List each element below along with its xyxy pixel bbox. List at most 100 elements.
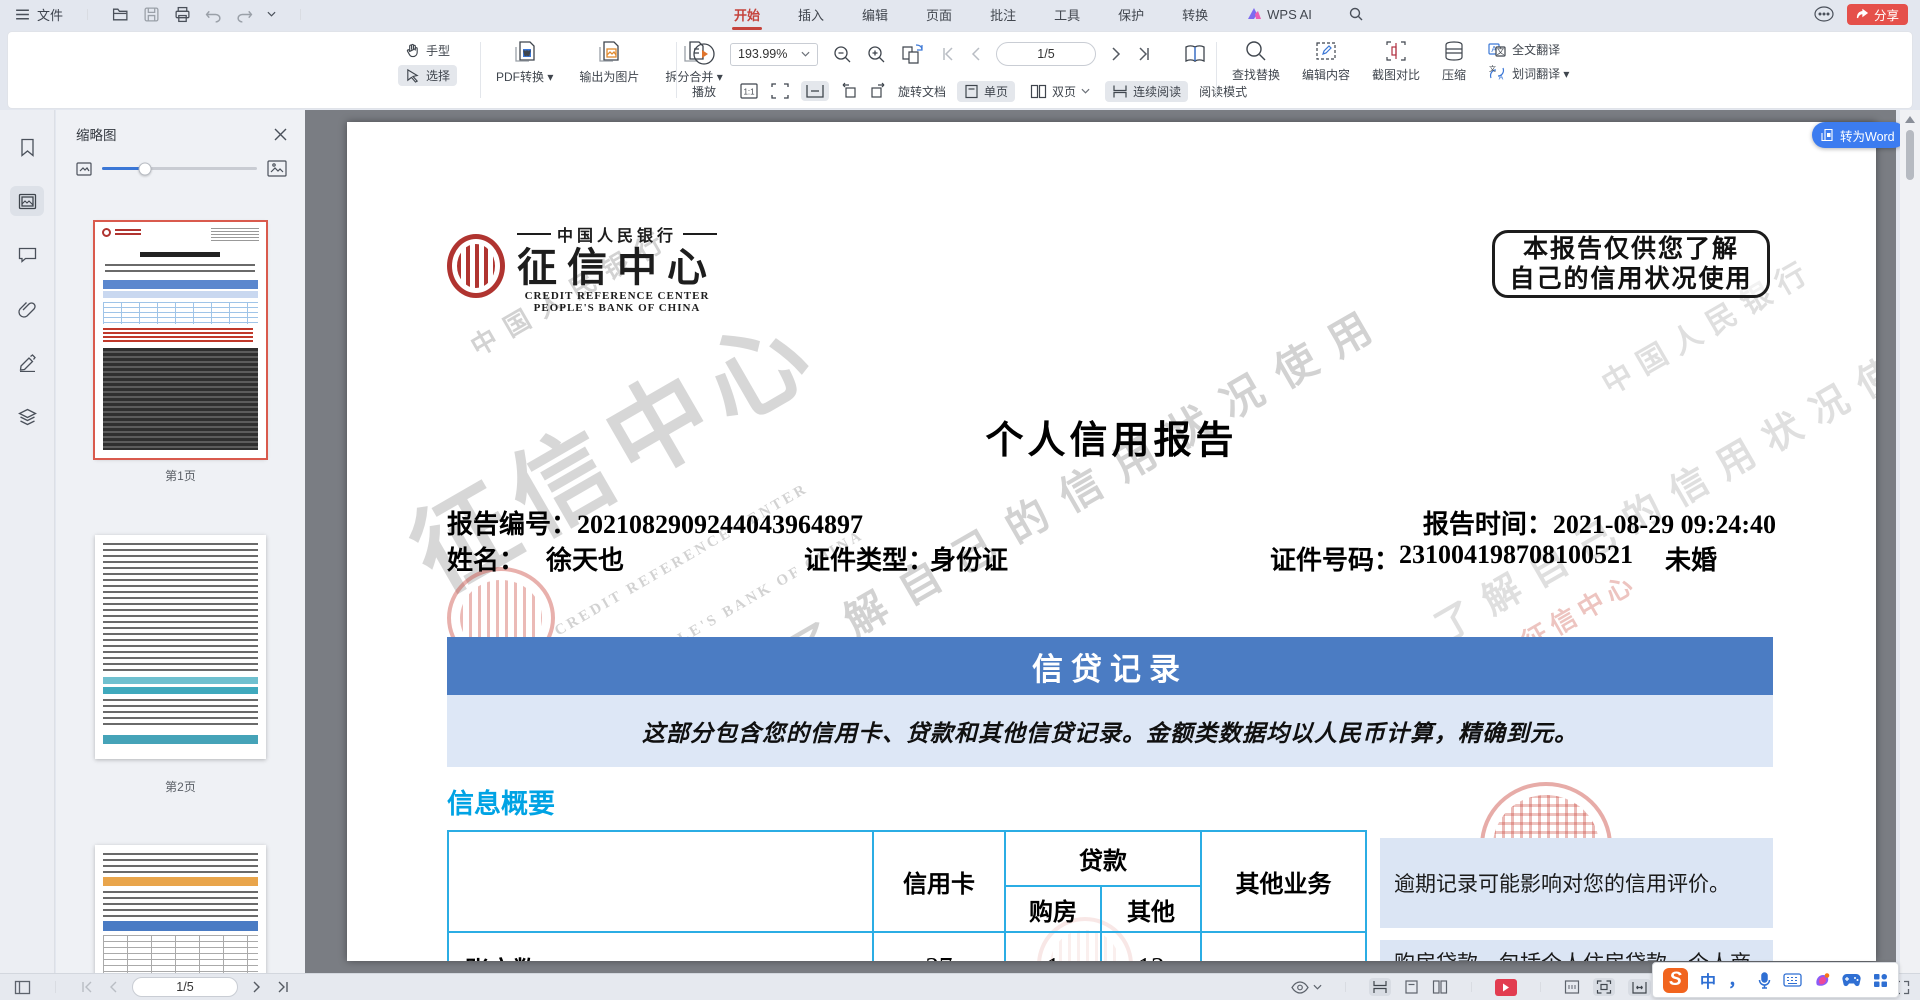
print-icon[interactable] <box>174 6 191 23</box>
select-tool-button[interactable]: 选择 <box>398 65 457 86</box>
thumbnail-page-2[interactable] <box>95 535 266 759</box>
share-button[interactable]: 分享 <box>1847 4 1908 25</box>
output-image-button[interactable]: 输出为图片 <box>579 39 639 85</box>
view-options-button[interactable] <box>1291 981 1322 994</box>
status-continuous-button[interactable] <box>1369 978 1391 996</box>
attachments-panel-button[interactable] <box>10 294 44 324</box>
tab-edit[interactable]: 编辑 <box>860 1 890 28</box>
full-translate-button[interactable]: A文 全文翻译 <box>1488 41 1569 58</box>
tab-comment[interactable]: 批注 <box>988 1 1018 28</box>
rotate-right-icon[interactable] <box>869 82 887 100</box>
rotate-pages-icon[interactable] <box>900 43 926 65</box>
continuous-read-button[interactable]: 连续阅读 <box>1105 81 1188 102</box>
rotate-doc-label[interactable]: 旋转文档 <box>898 83 946 100</box>
toggle-sidebar-icon[interactable] <box>14 980 31 995</box>
quick-access-caret-icon[interactable] <box>267 11 276 17</box>
status-page-indicator[interactable]: 1/5 <box>132 977 238 997</box>
zoom-level-select[interactable]: 193.99% <box>730 43 818 66</box>
vertical-scrollbar[interactable] <box>1900 110 1920 973</box>
compress-button[interactable]: 压缩 <box>1442 39 1466 83</box>
sogou-logo-icon[interactable]: S <box>1663 968 1688 993</box>
status-double-page-icon[interactable] <box>1432 980 1448 994</box>
prev-page-icon[interactable] <box>970 47 982 61</box>
rotate-left-icon[interactable] <box>840 82 858 100</box>
actual-size-icon[interactable]: 1:1 <box>739 82 759 100</box>
ime-keyboard-icon[interactable] <box>1783 973 1802 987</box>
status-fit-page-icon <box>1596 980 1612 994</box>
double-page-button[interactable]: 双页 <box>1026 81 1094 102</box>
zoom-in-icon[interactable] <box>866 44 886 64</box>
col-other-business: 其他业务 <box>1201 831 1366 932</box>
screenshot-compare-button[interactable]: 截图对比 <box>1372 39 1420 83</box>
status-single-page-icon[interactable] <box>1404 980 1419 994</box>
scrollbar-thumb[interactable] <box>1906 130 1914 180</box>
word-translate-button[interactable]: 文A 划词翻译 ▾ <box>1488 65 1569 82</box>
status-next-page-icon[interactable] <box>252 981 262 993</box>
last-page-icon[interactable] <box>1136 47 1152 61</box>
hand-tool-label: 手型 <box>426 42 450 59</box>
ime-punctuation-toggle[interactable]: ， <box>1728 975 1746 985</box>
tab-protect[interactable]: 保护 <box>1116 1 1146 28</box>
undo-icon[interactable] <box>205 6 222 23</box>
single-page-button[interactable]: 单页 <box>957 81 1015 102</box>
save-icon[interactable] <box>143 6 160 23</box>
status-fit-page-button[interactable] <box>1593 978 1615 996</box>
status-first-page-icon[interactable] <box>80 981 94 993</box>
play-label[interactable]: 播放 <box>692 83 716 100</box>
thumbnail-page-1[interactable] <box>95 222 266 458</box>
svg-text:A: A <box>1499 75 1504 82</box>
file-menu[interactable]: 文件 <box>14 5 63 24</box>
page-indicator-input[interactable]: 1/5 <box>996 42 1096 66</box>
hand-tool-button[interactable]: 手型 <box>398 40 457 61</box>
layers-panel-button[interactable] <box>10 402 44 432</box>
ime-toolbox-icon[interactable] <box>1873 973 1888 988</box>
compress-icon <box>1442 39 1466 63</box>
tab-insert[interactable]: 插入 <box>796 1 826 28</box>
scroll-up-icon[interactable] <box>1905 116 1915 123</box>
zoom-out-icon[interactable] <box>832 44 852 64</box>
convert-to-word-label: 转为Word <box>1840 126 1895 145</box>
play-icon[interactable] <box>692 42 716 66</box>
read-book-icon[interactable] <box>1184 44 1206 64</box>
status-prev-page-icon[interactable] <box>108 981 118 993</box>
convert-to-word-button[interactable]: 转为Word <box>1812 122 1906 148</box>
read-mode-label[interactable]: 阅读模式 <box>1199 83 1247 100</box>
comments-panel-button[interactable] <box>10 240 44 270</box>
slider-knob[interactable] <box>139 162 152 175</box>
first-page-icon[interactable] <box>940 47 956 61</box>
tab-convert[interactable]: 转换 <box>1180 1 1210 28</box>
thumbnail-size-slider[interactable] <box>102 167 257 170</box>
tab-wps-ai[interactable]: WPS AI <box>1244 3 1314 26</box>
ime-language-toggle[interactable]: 中 <box>1700 968 1716 992</box>
pdf-convert-button[interactable]: W PDF转换 ▾ <box>496 39 553 85</box>
thumbnails-panel-button[interactable] <box>10 186 44 216</box>
pdf-page[interactable]: 中国人民银行 征信中心 CREDIT REFERENCE CENTER PEOP… <box>347 122 1876 961</box>
status-play-button[interactable] <box>1495 979 1517 996</box>
find-replace-button[interactable]: 查找替换 <box>1232 39 1280 83</box>
thumb-zoom-out-icon[interactable] <box>76 162 92 176</box>
more-options-icon[interactable] <box>1813 6 1835 22</box>
thumb-zoom-in-icon[interactable] <box>267 160 287 177</box>
tab-home[interactable]: 开始 <box>732 1 762 28</box>
close-panel-icon[interactable] <box>274 128 287 141</box>
open-file-icon[interactable] <box>112 6 129 23</box>
edit-content-button[interactable]: 编辑内容 <box>1302 39 1350 83</box>
marital-status: 未婚 <box>1665 540 1717 577</box>
tab-tools[interactable]: 工具 <box>1052 1 1082 28</box>
status-actual-size-icon[interactable] <box>1564 980 1580 994</box>
search-icon[interactable] <box>1348 6 1364 22</box>
annotate-panel-button[interactable] <box>10 348 44 378</box>
fit-width-button[interactable] <box>801 81 829 101</box>
next-page-icon[interactable] <box>1110 47 1122 61</box>
status-fit-width-icon <box>1631 981 1648 994</box>
redo-icon[interactable] <box>236 6 253 23</box>
status-last-page-icon[interactable] <box>276 981 290 993</box>
fit-page-icon[interactable] <box>770 82 790 100</box>
ime-skin-icon[interactable] <box>1814 972 1830 988</box>
thumbnail-page-3[interactable] <box>95 845 266 973</box>
ime-mic-icon[interactable] <box>1758 972 1771 989</box>
ime-game-icon[interactable] <box>1842 973 1861 987</box>
tab-page[interactable]: 页面 <box>924 1 954 28</box>
status-fit-width-button[interactable] <box>1628 979 1651 996</box>
bookmarks-panel-button[interactable] <box>10 132 44 162</box>
